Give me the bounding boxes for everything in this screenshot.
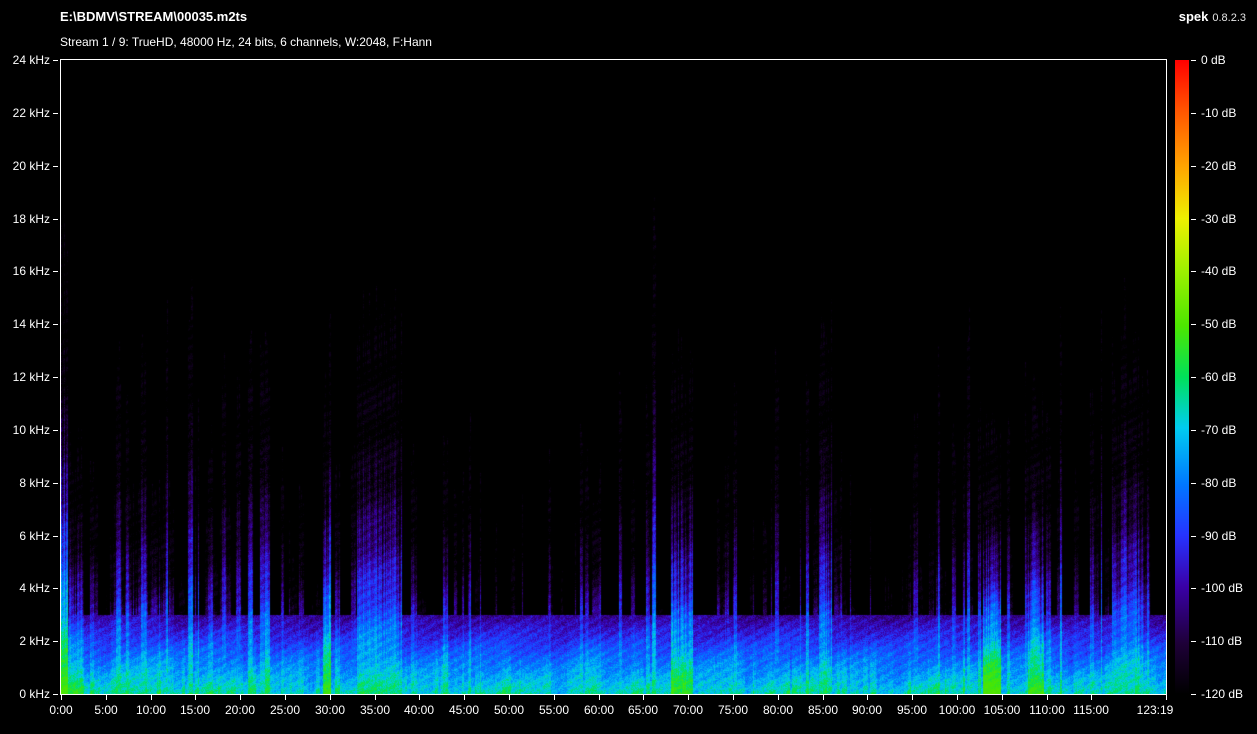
db-tick	[1191, 113, 1196, 114]
colorbar	[1175, 60, 1189, 694]
db-tick-label: -60 dB	[1201, 370, 1257, 384]
frequency-tick	[53, 60, 58, 61]
time-tick	[778, 695, 779, 700]
time-tick	[1166, 695, 1167, 700]
brand-version: 0.8.2.3	[1212, 12, 1246, 24]
db-tick-label: -120 dB	[1201, 687, 1257, 701]
colorbar-gradient	[1175, 60, 1189, 694]
frequency-tick	[53, 641, 58, 642]
frequency-tick	[53, 324, 58, 325]
db-tick	[1191, 271, 1196, 272]
time-tick	[688, 695, 689, 700]
time-tick	[1002, 695, 1003, 700]
db-tick	[1191, 694, 1196, 695]
db-tick-label: -110 dB	[1201, 634, 1257, 648]
time-tick	[823, 695, 824, 700]
db-tick-label: 0 dB	[1201, 53, 1257, 67]
db-tick-label: -90 dB	[1201, 529, 1257, 543]
frequency-tick	[53, 166, 58, 167]
db-tick-label: -50 dB	[1201, 317, 1257, 331]
time-tick-label: 123:19	[1125, 703, 1185, 717]
db-tick-label: -80 dB	[1201, 476, 1257, 490]
frequency-tick	[53, 430, 58, 431]
frequency-tick-label: 0 kHz	[0, 687, 50, 701]
frequency-tick	[53, 219, 58, 220]
db-tick-label: -40 dB	[1201, 264, 1257, 278]
time-tick	[61, 695, 62, 700]
app-brand: spek0.8.2.3	[1179, 9, 1246, 24]
db-tick	[1191, 219, 1196, 220]
frequency-tick-label: 18 kHz	[0, 212, 50, 226]
db-tick-label: -10 dB	[1201, 106, 1257, 120]
time-tick	[599, 695, 600, 700]
frequency-tick	[53, 113, 58, 114]
frequency-tick-label: 10 kHz	[0, 423, 50, 437]
frequency-tick-label: 8 kHz	[0, 476, 50, 490]
frequency-tick	[53, 588, 58, 589]
time-tick	[1091, 695, 1092, 700]
db-tick	[1191, 588, 1196, 589]
db-tick-label: -100 dB	[1201, 581, 1257, 595]
time-tick	[375, 695, 376, 700]
frequency-tick	[53, 694, 58, 695]
frequency-tick-label: 22 kHz	[0, 106, 50, 120]
db-tick	[1191, 324, 1196, 325]
time-tick	[912, 695, 913, 700]
db-tick	[1191, 60, 1196, 61]
time-tick	[285, 695, 286, 700]
db-tick	[1191, 377, 1196, 378]
time-tick	[643, 695, 644, 700]
brand-name: spek	[1179, 9, 1209, 24]
spek-window: E:\BDMV\STREAM\00035.m2ts Stream 1 / 9: …	[0, 0, 1257, 734]
db-tick	[1191, 641, 1196, 642]
time-tick	[733, 695, 734, 700]
time-tick	[330, 695, 331, 700]
time-tick	[106, 695, 107, 700]
frequency-tick-label: 14 kHz	[0, 317, 50, 331]
stream-info: Stream 1 / 9: TrueHD, 48000 Hz, 24 bits,…	[60, 35, 432, 49]
db-tick	[1191, 430, 1196, 431]
time-tick	[867, 695, 868, 700]
db-tick-label: -70 dB	[1201, 423, 1257, 437]
time-tick	[1047, 695, 1048, 700]
frequency-tick	[53, 536, 58, 537]
frequency-tick-label: 12 kHz	[0, 370, 50, 384]
frequency-tick-label: 16 kHz	[0, 264, 50, 278]
time-tick	[151, 695, 152, 700]
time-tick-label: 115:00	[1061, 703, 1121, 717]
frequency-tick-label: 2 kHz	[0, 634, 50, 648]
time-tick	[509, 695, 510, 700]
time-tick	[419, 695, 420, 700]
spectrogram-canvas	[61, 60, 1166, 694]
time-tick	[957, 695, 958, 700]
time-tick	[464, 695, 465, 700]
file-path-title: E:\BDMV\STREAM\00035.m2ts	[60, 9, 247, 24]
db-tick-label: -20 dB	[1201, 159, 1257, 173]
frequency-tick	[53, 483, 58, 484]
time-tick	[554, 695, 555, 700]
frequency-tick-label: 20 kHz	[0, 159, 50, 173]
db-tick	[1191, 483, 1196, 484]
spectrogram-plot	[60, 59, 1167, 695]
db-tick-label: -30 dB	[1201, 212, 1257, 226]
db-tick	[1191, 166, 1196, 167]
time-tick	[240, 695, 241, 700]
frequency-tick-label: 24 kHz	[0, 53, 50, 67]
time-tick	[195, 695, 196, 700]
frequency-tick	[53, 377, 58, 378]
frequency-tick-label: 4 kHz	[0, 581, 50, 595]
db-tick	[1191, 536, 1196, 537]
frequency-tick	[53, 271, 58, 272]
frequency-tick-label: 6 kHz	[0, 529, 50, 543]
